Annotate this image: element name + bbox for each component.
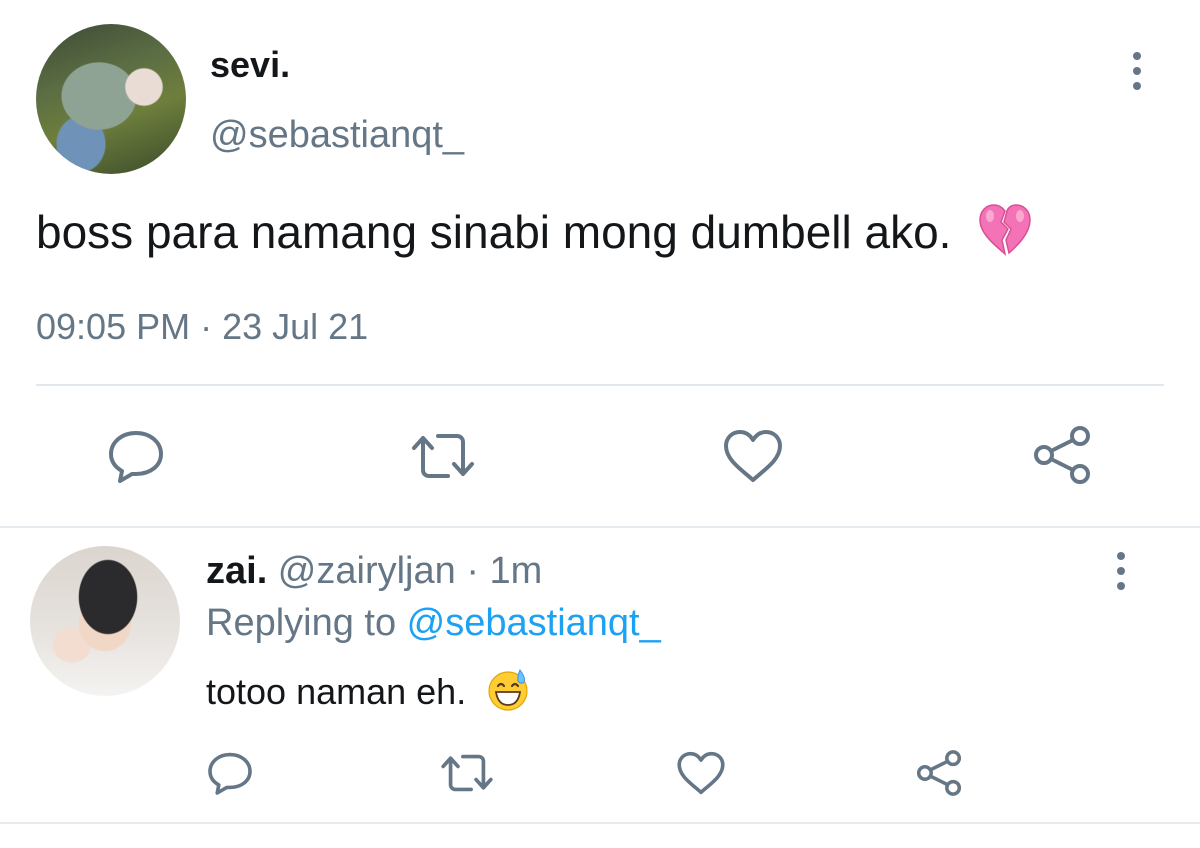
like-icon[interactable] (676, 750, 726, 796)
replying-to-label: Replying to (206, 602, 407, 644)
broken-heart-icon (979, 204, 1031, 256)
reply-icon[interactable] (106, 428, 166, 484)
reply-handle-time: @zairyljan · 1m (267, 550, 543, 592)
reply-header: zai. @zairyljan · 1m (206, 550, 542, 593)
like-icon[interactable] (722, 428, 784, 484)
retweet-icon[interactable] (438, 750, 496, 796)
user-handle[interactable]: @sebastianqt_ (210, 114, 464, 157)
grinning-sweat-icon (488, 669, 528, 711)
tweet-timestamp[interactable]: 09:05 PM · 23 Jul 21 (36, 306, 368, 348)
divider (0, 822, 1200, 824)
main-tweet: sevi. @sebastianqt_ boss para namang sin… (0, 0, 1200, 527)
more-options-icon[interactable] (1124, 52, 1150, 96)
reply-text: totoo naman eh. (206, 668, 530, 713)
more-options-icon[interactable] (1108, 552, 1134, 596)
share-icon[interactable] (1030, 424, 1094, 486)
replying-to-link[interactable]: @sebastianqt_ (407, 602, 661, 644)
display-name[interactable]: zai. (206, 550, 267, 592)
display-name[interactable]: sevi. (210, 44, 290, 86)
avatar[interactable] (30, 546, 180, 696)
tweet-text: boss para namang sinabi mong dumbell ako… (36, 202, 1034, 259)
replying-to: Replying to @sebastianqt_ (206, 602, 661, 645)
reply-icon[interactable] (206, 750, 254, 796)
reply-tweet[interactable]: zai. @zairyljan · 1m Replying to @sebast… (0, 528, 1200, 828)
share-icon[interactable] (914, 748, 964, 798)
avatar[interactable] (36, 24, 186, 174)
reply-body: totoo naman eh. (206, 671, 467, 712)
divider (36, 384, 1164, 386)
tweet-body: boss para namang sinabi mong dumbell ako… (36, 206, 952, 258)
retweet-icon[interactable] (408, 428, 478, 484)
